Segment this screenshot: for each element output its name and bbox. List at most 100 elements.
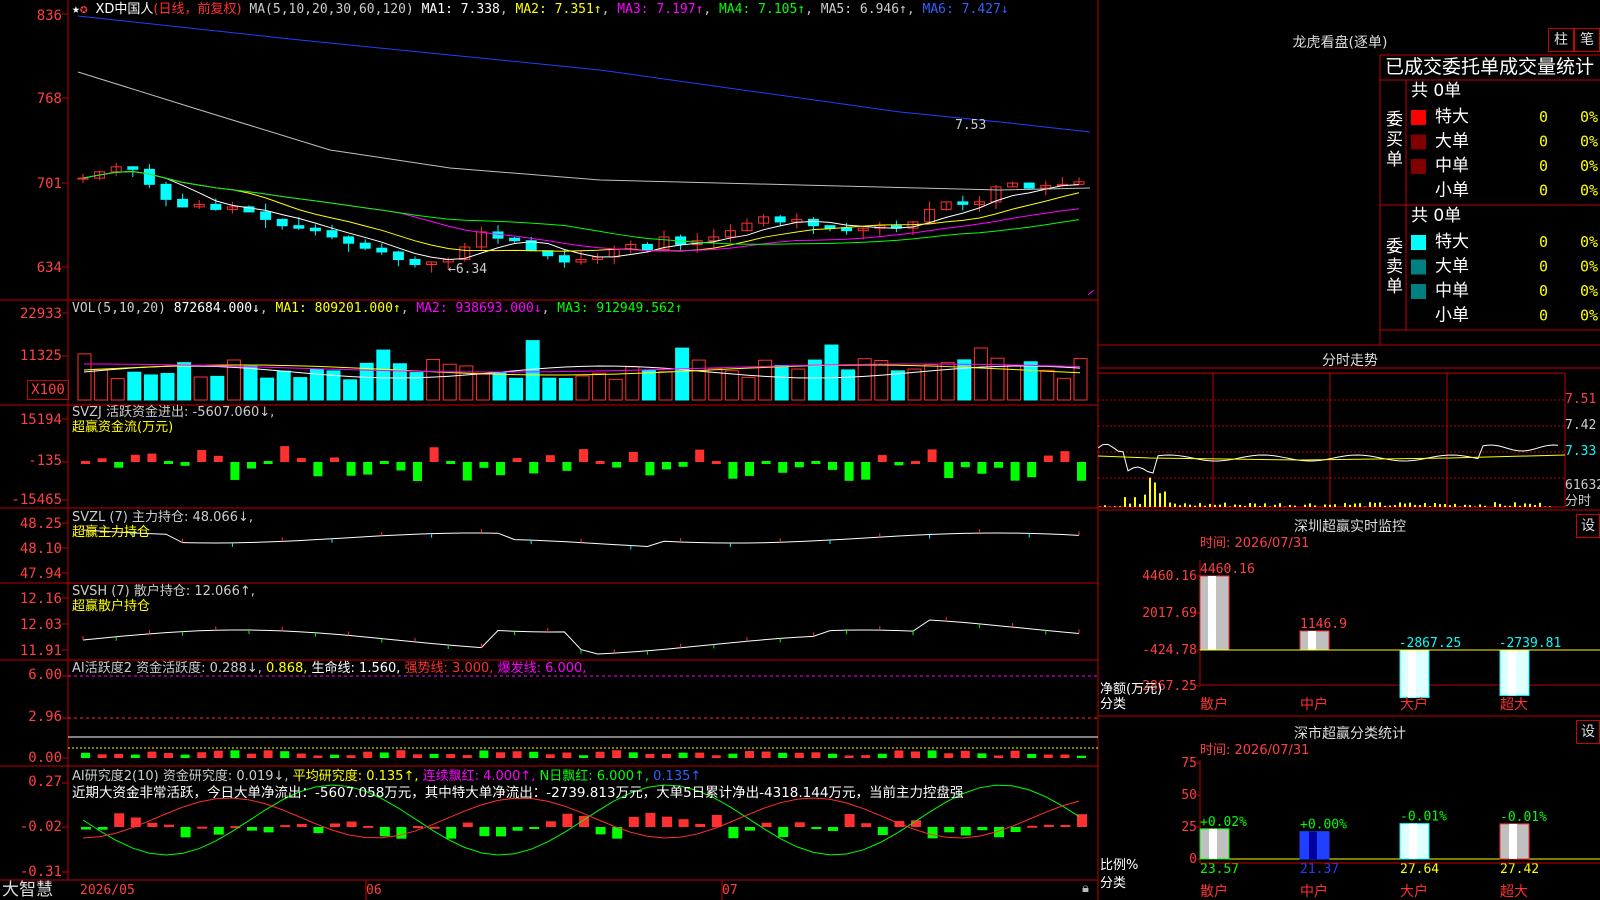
research-bar xyxy=(877,827,888,835)
class-bar-highlight xyxy=(1209,828,1217,859)
research-bar xyxy=(977,827,988,831)
research-bar xyxy=(529,827,540,829)
volume-bar xyxy=(442,363,457,401)
activity-bar xyxy=(213,750,223,758)
activity-bar xyxy=(379,752,389,758)
class-bar-label: 27.42 xyxy=(1500,862,1539,877)
intraday-title: 分时走势 xyxy=(1322,353,1378,369)
chart-mode[interactable]: (日线，前复权) xyxy=(153,2,241,17)
research-bar xyxy=(811,827,822,830)
row-count: 0 xyxy=(1539,108,1548,126)
chart-canvas[interactable]: 特大 0 0% 大单 0 0% 中单 0 0% 小单 0 0% 特大 0 0% 大单 0 0% 中单 0 0% 小单 0 0%… xyxy=(0,0,1600,900)
research-bar xyxy=(778,827,789,838)
intraday-axis-3: 7.33 xyxy=(1565,444,1597,459)
class-category: 散户 xyxy=(1200,883,1228,900)
activity-bar xyxy=(180,754,190,758)
volume-bar xyxy=(509,377,524,401)
volume-bar xyxy=(409,372,424,401)
row-count: 0 xyxy=(1539,307,1548,325)
activity-bar xyxy=(81,752,90,758)
activity-bar xyxy=(529,751,539,758)
volume-bar xyxy=(592,372,607,401)
candle-body xyxy=(143,168,155,185)
activity-bar xyxy=(960,750,970,758)
row-pct: 0% xyxy=(1580,282,1598,300)
ai-research-n: N日飘红: 6.000↑, xyxy=(539,769,650,784)
research-bar xyxy=(927,827,938,839)
candle-body xyxy=(127,166,139,170)
star-icon[interactable]: ★ xyxy=(72,2,80,17)
volume-bar xyxy=(243,365,258,401)
row-count: 0 xyxy=(1539,182,1548,200)
activity-bar xyxy=(778,752,788,758)
candle-body xyxy=(177,198,189,208)
research-bar xyxy=(1010,827,1021,833)
date-label-2: 06 xyxy=(366,883,382,898)
class-bar-highlight xyxy=(1509,823,1517,859)
row-name: 大单 xyxy=(1435,132,1469,152)
row-name: 小单 xyxy=(1435,306,1469,326)
volume-bar xyxy=(525,340,540,401)
class-bar-highlight xyxy=(1309,831,1317,859)
monitor-axis-label: 4460.16 xyxy=(1142,569,1197,584)
fund-flow-bar xyxy=(263,461,273,464)
volume-bar xyxy=(924,364,939,401)
activity-bar xyxy=(413,754,422,758)
monitor-settings-button[interactable]: 设 xyxy=(1576,514,1600,538)
brand-logo[interactable]: 大智慧 xyxy=(2,880,53,900)
legend-swatch xyxy=(1411,159,1426,174)
ma5-line xyxy=(77,71,1091,191)
date-label-1: 2026/05 xyxy=(80,883,135,898)
activity-bar xyxy=(745,751,754,758)
research-bar xyxy=(164,824,174,827)
fund-flow-bar xyxy=(247,462,256,469)
research-bar xyxy=(197,826,208,829)
activity-bar xyxy=(164,753,173,758)
fund-flow-bar xyxy=(313,462,323,477)
volume-bar xyxy=(160,372,175,401)
kline-header: ★✪ XD中国人(日线，前复权) MA(5,10,20,30,60,120) M… xyxy=(72,2,1009,17)
fund-flow-bar xyxy=(695,449,705,462)
activity-bar xyxy=(263,750,273,758)
volume-unit-button[interactable]: X100 xyxy=(27,380,69,400)
pin-icon[interactable]: ✪ xyxy=(80,2,88,17)
candle-body xyxy=(409,258,421,265)
volume-bar xyxy=(641,369,656,401)
volume-bar xyxy=(890,370,905,401)
svzl-axis-2: 48.10 xyxy=(19,541,62,557)
monitor-bar-label: -2867.25 xyxy=(1399,636,1462,651)
candle-body xyxy=(293,225,305,229)
activity-bar xyxy=(1077,755,1086,758)
pen-mode-button[interactable]: 笔 xyxy=(1574,28,1600,52)
fund-flow-bar xyxy=(728,462,738,479)
research-bar xyxy=(695,823,706,827)
activity-bar xyxy=(429,753,439,758)
monitor-time: 时间: 2026/07/31 xyxy=(1200,536,1310,551)
buy-total: 共 0单 xyxy=(1411,81,1462,101)
fund-flow-bar xyxy=(944,462,954,479)
legend-swatch xyxy=(1411,284,1426,299)
volume-bar xyxy=(724,370,739,401)
stock-name[interactable]: XD中国人 xyxy=(95,2,153,17)
volume-bar xyxy=(94,368,109,401)
bar-mode-button[interactable]: 柱 xyxy=(1548,28,1574,52)
volume-bar xyxy=(558,377,573,401)
volume-bar xyxy=(426,359,441,401)
research-bar xyxy=(114,813,125,827)
legend-swatch xyxy=(1411,110,1426,125)
activity-bar xyxy=(977,753,987,758)
fund-flow-bar xyxy=(130,454,140,462)
lock-icon[interactable]: 🔒︎ xyxy=(1082,881,1089,896)
research-bar xyxy=(645,812,656,827)
research-bar xyxy=(330,823,340,827)
research-bar xyxy=(1027,825,1038,828)
fund-flow-bar xyxy=(346,462,356,476)
activity-bar xyxy=(844,755,854,758)
monitor-title: 深圳超赢实时监控 xyxy=(1294,519,1406,535)
research-bar xyxy=(263,827,274,833)
candle-body xyxy=(376,247,388,253)
research-bar xyxy=(130,817,141,827)
class-settings-button[interactable]: 设 xyxy=(1576,720,1600,744)
activity-bar xyxy=(1027,753,1037,758)
stat-tabs[interactable]: 已成交委托单成交量统计 xyxy=(1385,56,1594,78)
